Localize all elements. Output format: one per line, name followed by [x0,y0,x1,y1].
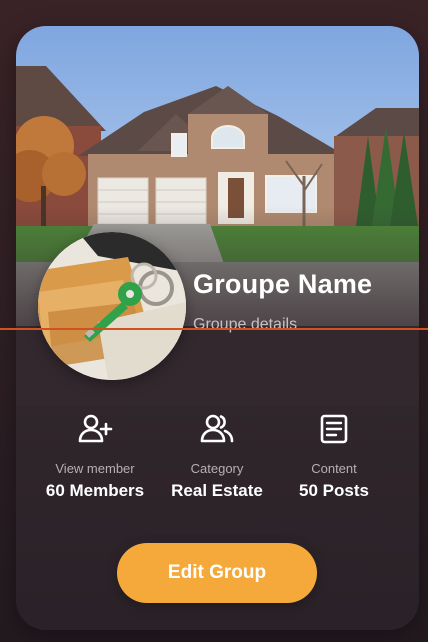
add-person-icon [78,414,113,443]
stats-row: View member 60 Members Category Real Est… [16,411,419,511]
stat-view-member[interactable]: View member 60 Members [30,411,160,501]
guide-line [0,328,428,330]
stat-category[interactable]: Category Real Estate [152,411,282,501]
document-icon [320,414,348,444]
stat-value: 60 Members [45,481,145,500]
group-details: Groupe details [193,316,298,333]
group-name: Groupe Name [193,269,373,299]
stat-label: Category [190,461,244,476]
group-avatar[interactable] [38,232,186,380]
stat-label: View member [55,461,135,476]
people-icon [200,414,234,443]
stat-label: Content [311,461,357,476]
stat-value: 50 Posts [299,481,369,500]
stat-value: Real Estate [171,481,263,500]
edit-group-button[interactable]: Edit Group [117,543,317,603]
stat-content[interactable]: Content 50 Posts [269,411,399,501]
